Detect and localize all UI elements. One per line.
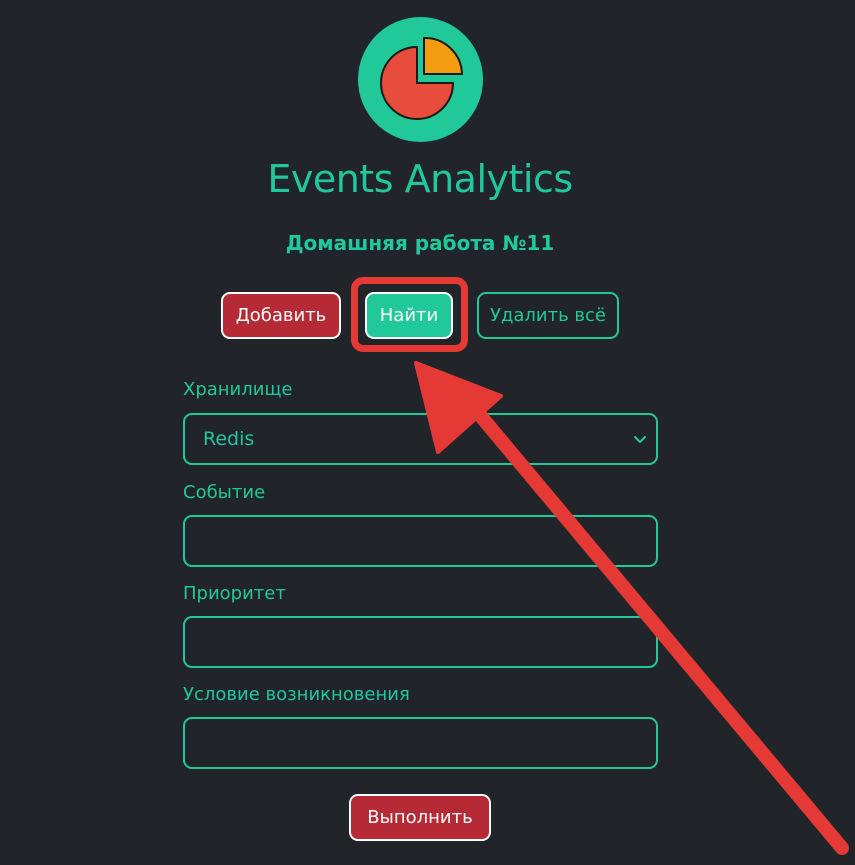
add-button[interactable]: Добавить xyxy=(221,292,341,339)
condition-label: Условие возникновения xyxy=(183,684,410,705)
page-subtitle: Домашняя работа №11 xyxy=(285,231,555,255)
condition-input[interactable] xyxy=(183,717,658,769)
chevron-down-icon xyxy=(634,436,646,443)
priority-input[interactable] xyxy=(183,616,658,668)
run-button[interactable]: Выполнить xyxy=(349,794,491,841)
priority-label: Приоритет xyxy=(183,583,286,604)
storage-label: Хранилище xyxy=(183,379,293,400)
event-input[interactable] xyxy=(183,515,658,567)
app-title: Events Analytics xyxy=(267,157,573,201)
storage-select[interactable]: Redis xyxy=(183,413,658,465)
event-label: Событие xyxy=(183,482,266,503)
delete-all-button[interactable]: Удалить всё xyxy=(477,292,619,339)
annotation-highlight-box xyxy=(351,277,468,352)
storage-select-value: Redis xyxy=(203,428,255,450)
pie-chart-logo-icon xyxy=(358,17,483,142)
